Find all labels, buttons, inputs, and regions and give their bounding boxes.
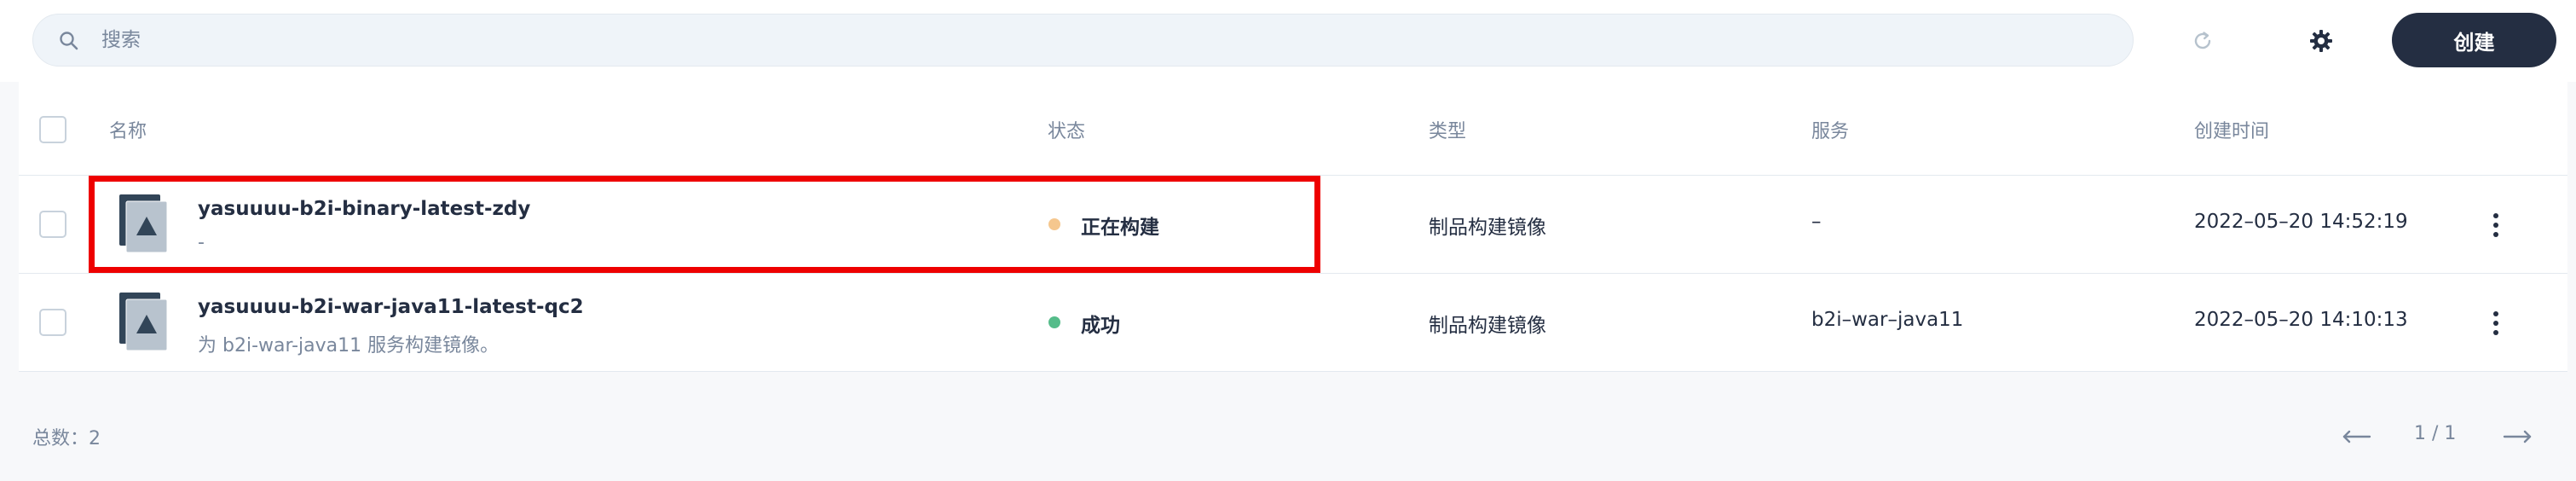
more-dot-icon: [2493, 232, 2498, 237]
column-header-service: 服务: [1811, 121, 1850, 142]
table-row[interactable]: yasuuuu-b2i-war-java11-latest-qc2 为 b2i-…: [19, 274, 2567, 372]
page: 创建 名称 状态 类型 服务 创建时间 yasuuuu-b2i-binary-l…: [0, 0, 2576, 481]
image-builder-table: 名称 状态 类型 服务 创建时间 yasuuuu-b2i-binary-late…: [19, 82, 2567, 372]
row-service: b2i–war–java11: [1811, 309, 1964, 331]
column-header-created: 创建时间: [2194, 121, 2270, 142]
toolbar: 创建: [0, 0, 2576, 82]
create-button[interactable]: 创建: [2392, 13, 2556, 67]
row-service: –: [1811, 211, 1822, 233]
row-checkbox[interactable]: [39, 309, 66, 336]
status-text: 正在构建: [1081, 217, 1159, 239]
row-type: 制品构建镜像: [1429, 315, 1546, 337]
more-dot-icon: [2493, 321, 2498, 326]
row-created-time: 2022–05–20 14:52:19: [2194, 211, 2408, 233]
status-dot: [1048, 316, 1060, 328]
arrow-left-icon: [2342, 430, 2371, 443]
row-type: 制品构建镜像: [1429, 217, 1546, 239]
page-indicator: 1 / 1: [2414, 423, 2457, 444]
select-all-checkbox[interactable]: [39, 116, 66, 143]
row-created-time: 2022–05–20 14:10:13: [2194, 309, 2408, 331]
settings-button[interactable]: [2301, 20, 2342, 61]
search-input[interactable]: [101, 14, 2113, 66]
table-footer: 总数：2 1 / 1: [19, 394, 2567, 479]
refresh-icon: [2194, 32, 2211, 49]
arrow-right-icon: [2503, 430, 2532, 443]
column-header-status: 状态: [1048, 121, 1086, 142]
more-dot-icon: [2493, 223, 2498, 228]
more-actions-button[interactable]: [2486, 306, 2506, 340]
next-page-button[interactable]: [2499, 420, 2537, 454]
column-header-type: 类型: [1429, 121, 1467, 142]
more-dot-icon: [2493, 330, 2498, 335]
table-row[interactable]: yasuuuu-b2i-binary-latest-zdy - 正在构建 制品构…: [19, 176, 2567, 274]
status-dot: [1048, 218, 1060, 230]
row-description: 为 b2i-war-java11 服务构建镜像。: [198, 335, 500, 356]
row-checkbox[interactable]: [39, 211, 66, 238]
more-dot-icon: [2493, 311, 2498, 316]
image-builder-icon: [119, 194, 168, 253]
search-box[interactable]: [32, 14, 2134, 67]
more-actions-button[interactable]: [2486, 208, 2506, 242]
status-text: 成功: [1081, 315, 1120, 337]
more-dot-icon: [2493, 213, 2498, 218]
image-builder-icon: [119, 293, 168, 351]
total-count: 总数：2: [32, 428, 101, 449]
search-icon: [60, 32, 78, 50]
row-description: -: [198, 232, 205, 253]
column-header-name: 名称: [109, 121, 147, 142]
gear-icon: [2310, 30, 2332, 52]
refresh-button[interactable]: [2182, 20, 2223, 61]
prev-page-button[interactable]: [2337, 420, 2375, 454]
row-name-link[interactable]: yasuuuu-b2i-war-java11-latest-qc2: [198, 296, 584, 318]
table-header: 名称 状态 类型 服务 创建时间: [19, 82, 2567, 176]
row-name-link[interactable]: yasuuuu-b2i-binary-latest-zdy: [198, 198, 530, 220]
